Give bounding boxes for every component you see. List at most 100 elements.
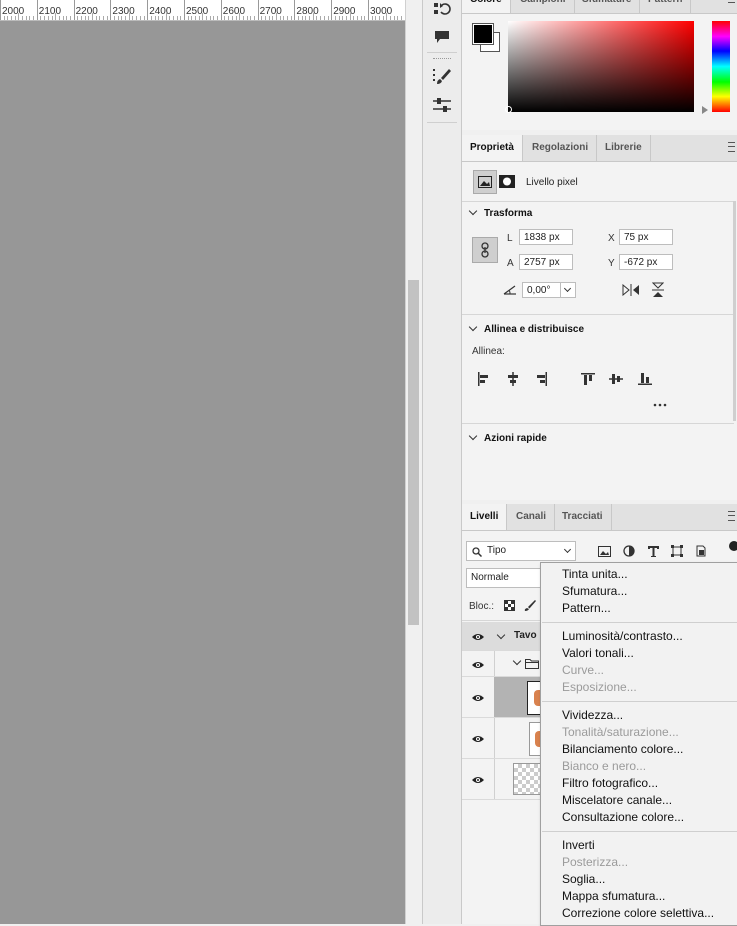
- menu-item-luminosità-contrasto[interactable]: Luminosità/contrasto...: [562, 629, 683, 643]
- ruler-minor-tick: [177, 16, 178, 20]
- foreground-color-swatch[interactable]: [473, 24, 493, 44]
- tab-canali[interactable]: Canali: [508, 504, 555, 530]
- transform-section-header[interactable]: Trasforma: [470, 208, 532, 219]
- scrollbar-thumb[interactable]: [408, 280, 419, 625]
- menu-item-bilanciamento-colore[interactable]: Bilanciamento colore...: [562, 742, 683, 756]
- ruler-major-tick: [0, 0, 1, 20]
- panel-menu-icon[interactable]: [728, 142, 735, 152]
- pixel-layer-icon[interactable]: [473, 170, 497, 194]
- ruler-minor-tick: [191, 16, 192, 20]
- align-bottom-icon[interactable]: [637, 371, 653, 387]
- align-vertical-center-icon[interactable]: [608, 371, 624, 387]
- menu-item-tinta-unita[interactable]: Tinta unita...: [562, 567, 628, 581]
- filter-shape-layers-icon[interactable]: [669, 544, 685, 558]
- ruler-minor-tick: [144, 16, 145, 20]
- adjustments-sliders-icon[interactable]: [430, 94, 454, 116]
- ruler-minor-tick: [379, 16, 380, 20]
- menu-item-pattern[interactable]: Pattern...: [562, 601, 611, 615]
- width-field[interactable]: 1838 px: [519, 229, 573, 245]
- align-horizontal-center-icon[interactable]: [505, 371, 521, 387]
- layer-row-transparent[interactable]: [462, 759, 540, 800]
- document-canvas[interactable]: [0, 21, 405, 924]
- flip-vertical-icon[interactable]: [651, 281, 665, 299]
- properties-scrollbar[interactable]: [733, 201, 736, 421]
- filter-pixel-layers-icon[interactable]: [596, 544, 612, 558]
- rotation-angle-field[interactable]: 0,00°: [522, 282, 576, 298]
- menu-item-correzione-colore-selettiva[interactable]: Correzione colore selettiva...: [562, 906, 714, 920]
- x-position-field[interactable]: 75 px: [619, 229, 673, 245]
- layer-row-artboard[interactable]: Tavo: [462, 622, 540, 651]
- filter-type-layers-icon[interactable]: [645, 544, 661, 558]
- hue-slider[interactable]: [712, 21, 730, 112]
- ruler-minor-tick: [394, 16, 395, 20]
- hue-slider-handle-icon[interactable]: [702, 106, 708, 114]
- quick-actions-section-header[interactable]: Azioni rapide: [470, 433, 547, 444]
- more-options-icon[interactable]: [652, 401, 668, 409]
- link-chain-icon[interactable]: [472, 237, 498, 263]
- ruler-minor-tick: [180, 16, 181, 20]
- menu-item-valori-tonali[interactable]: Valori tonali...: [562, 646, 634, 660]
- height-field[interactable]: 2757 px: [519, 254, 573, 270]
- menu-item-consultazione-colore[interactable]: Consultazione colore...: [562, 810, 684, 824]
- ruler-minor-tick: [243, 16, 244, 20]
- layer-filter-select[interactable]: Tipo: [466, 541, 576, 561]
- menu-item-curve: Curve...: [562, 663, 604, 677]
- ruler-minor-tick: [372, 16, 373, 20]
- lock-image-pixels-icon[interactable]: [523, 598, 537, 612]
- visibility-eye-icon[interactable]: [472, 632, 484, 644]
- color-picker-field[interactable]: [508, 21, 694, 112]
- filter-smart-objects-icon[interactable]: [693, 544, 709, 558]
- layers-panel-menu-icon[interactable]: [728, 511, 735, 521]
- menu-item-tonalità-saturazione: Tonalità/saturazione...: [562, 725, 679, 739]
- tab-livelli[interactable]: Livelli: [462, 504, 507, 530]
- comment-icon[interactable]: [430, 26, 454, 48]
- tab-colore[interactable]: Colore: [462, 0, 511, 13]
- filter-adjustment-layers-icon[interactable]: [621, 544, 637, 558]
- menu-item-vividezza[interactable]: Vividezza...: [562, 708, 623, 722]
- filter-toggle-icon[interactable]: [729, 541, 737, 551]
- visibility-eye-icon[interactable]: [472, 734, 484, 746]
- menu-item-sfumatura[interactable]: Sfumatura...: [562, 584, 627, 598]
- align-top-icon[interactable]: [580, 371, 596, 387]
- tab-sfumature[interactable]: Sfumature: [574, 0, 640, 13]
- layer-mask-icon[interactable]: [499, 173, 515, 189]
- menu-item-soglia[interactable]: Soglia...: [562, 872, 605, 886]
- menu-item-filtro-fotografico[interactable]: Filtro fotografico...: [562, 776, 658, 790]
- flip-horizontal-icon[interactable]: [622, 283, 640, 297]
- ruler-minor-tick: [151, 16, 152, 20]
- menu-item-miscelatore-canale[interactable]: Miscelatore canale...: [562, 793, 672, 807]
- expand-chevron-icon[interactable]: [497, 631, 505, 639]
- tab-pattern[interactable]: Pattern: [640, 0, 691, 13]
- expand-chevron-icon[interactable]: [513, 657, 521, 665]
- tab-librerie[interactable]: Librerie: [597, 135, 651, 161]
- layer-row-selected[interactable]: [462, 677, 540, 718]
- history-icon[interactable]: [430, 0, 454, 22]
- color-picker-cursor[interactable]: [505, 106, 512, 113]
- tab-tracciati[interactable]: Tracciati: [554, 504, 612, 530]
- ruler-major-tick: [331, 0, 332, 20]
- align-left-icon[interactable]: [476, 371, 492, 387]
- tab-proprieta[interactable]: Proprietà: [462, 135, 523, 161]
- lock-transparent-pixels-icon[interactable]: [502, 598, 516, 612]
- menu-item-mappa-sfumatura[interactable]: Mappa sfumatura...: [562, 889, 665, 903]
- panel-grip[interactable]: [433, 58, 451, 61]
- visibility-eye-icon[interactable]: [472, 660, 484, 672]
- vertical-scrollbar[interactable]: [405, 0, 422, 924]
- menu-item-inverti[interactable]: Inverti: [562, 838, 595, 852]
- align-section-header[interactable]: Allinea e distribuisce: [470, 324, 584, 335]
- ruler-minor-tick: [4, 16, 5, 20]
- visibility-eye-icon[interactable]: [472, 775, 484, 787]
- ruler-minor-tick: [210, 16, 211, 20]
- align-right-icon[interactable]: [533, 371, 549, 387]
- ruler-minor-tick: [188, 16, 189, 20]
- angle-dropdown-chevron-icon[interactable]: [560, 283, 575, 297]
- y-position-field[interactable]: -672 px: [619, 254, 673, 270]
- tab-campioni[interactable]: Campioni: [512, 0, 575, 13]
- visibility-eye-icon[interactable]: [472, 693, 484, 705]
- layer-row-photo[interactable]: [462, 718, 540, 759]
- brush-settings-icon[interactable]: [430, 65, 454, 87]
- blend-mode-select[interactable]: Normale: [466, 568, 546, 588]
- layer-row-group[interactable]: [462, 651, 540, 677]
- tab-regolazioni[interactable]: Regolazioni: [524, 135, 597, 161]
- ruler-major-tick: [258, 0, 259, 20]
